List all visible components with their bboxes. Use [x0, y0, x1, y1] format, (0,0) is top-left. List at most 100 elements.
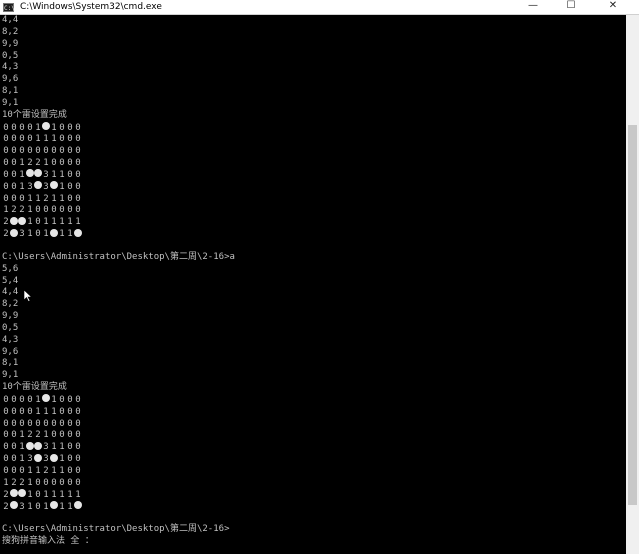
mine-count-cell: 0: [67, 454, 73, 465]
mine-dot: [50, 181, 58, 190]
mine-count-cell: 0: [3, 181, 9, 192]
mine-grid-row: 0012210000: [2, 430, 622, 442]
mine-count-cell: 3: [27, 181, 33, 192]
mine-count-cell: 2: [19, 477, 25, 488]
mine-count-cell: 1: [43, 406, 49, 417]
coordinate-line: 8,2: [2, 299, 19, 310]
mine-count-cell: 1: [59, 169, 65, 180]
mine-count-cell: 1: [59, 501, 65, 512]
mine-count-cell: 0: [11, 454, 17, 465]
mine-count-cell: 1: [19, 158, 25, 169]
mine-count-cell: 0: [59, 158, 65, 169]
scrollbar-thumb[interactable]: [628, 125, 637, 505]
coordinate-line: 4,3: [2, 334, 19, 345]
mine-count-cell: 1: [67, 229, 73, 240]
ime-status-line: 搜狗拼音输入法 全 ：: [2, 536, 94, 547]
status-line: 10个雷设置完成: [2, 382, 67, 393]
mine-count-cell: 0: [75, 193, 81, 204]
mine-dot: [10, 216, 18, 225]
mine-count-cell: 0: [67, 465, 73, 476]
mine-count-cell: 0: [27, 122, 33, 133]
mine-count-cell: 2: [11, 477, 17, 488]
mine-count-cell: 1: [43, 134, 49, 145]
mine-count-cell: 1: [35, 122, 41, 133]
mine-count-cell: 0: [35, 489, 41, 500]
mine-dot: [50, 501, 58, 510]
mine-count-cell: 1: [43, 501, 49, 512]
mine-dot: [34, 453, 42, 462]
console-output[interactable]: 4,4 8,2 9,9 0,5 4,3 9,6 8,1 9,1 10个雷设置完成 0 0 0 0 1 1 0 0…: [0, 15, 626, 554]
mine-count-cell: 0: [75, 394, 81, 405]
mine-count-cell: 0: [19, 394, 25, 405]
mine-count-cell: 0: [11, 122, 17, 133]
mine-count-cell: 1: [51, 465, 57, 476]
mine-count-cell: 1: [27, 477, 33, 488]
mine-grid-row: 00131100: [2, 169, 622, 181]
mine-icon: [34, 181, 42, 192]
cmd-app-icon[interactable]: C:\: [3, 2, 15, 12]
mine-grid-row: 00131100: [2, 441, 622, 453]
mine-icon: [74, 501, 82, 512]
mine-grid-row: 2310111: [2, 228, 622, 240]
close-button[interactable]: ✕: [598, 0, 628, 14]
mine-count-cell: 0: [19, 465, 25, 476]
mine-count-cell: 1: [19, 454, 25, 465]
mine-count-cell: 2: [3, 501, 9, 512]
mine-count-cell: 1: [43, 489, 49, 500]
maximize-button[interactable]: ☐: [556, 0, 586, 14]
mine-dot: [18, 489, 26, 498]
mine-count-cell: 1: [51, 193, 57, 204]
mine-dot: [10, 489, 18, 498]
mine-grid-row: 0000111000: [2, 406, 622, 418]
coordinate-line: 5,6: [2, 263, 19, 274]
mine-count-cell: 0: [11, 418, 17, 429]
mine-count-cell: 0: [67, 193, 73, 204]
coordinate-line: 9,6: [2, 74, 19, 85]
mine-count-cell: 2: [35, 430, 41, 441]
mine-count-cell: 0: [3, 169, 9, 180]
mine-count-cell: 0: [59, 122, 65, 133]
mine-count-cell: 3: [27, 454, 33, 465]
mine-count-cell: 2: [3, 489, 9, 500]
mine-count-cell: 0: [75, 477, 81, 488]
mine-count-cell: 2: [27, 430, 33, 441]
mine-count-cell: 1: [51, 442, 57, 453]
mine-count-cell: 0: [67, 477, 73, 488]
title-bar[interactable]: C:\ C:\Windows\System32\cmd.exe — ☐ ✕: [0, 0, 639, 15]
mine-dot: [74, 501, 82, 510]
mine-count-cell: 1: [51, 134, 57, 145]
mine-count-cell: 0: [59, 134, 65, 145]
command-prompt-line: C:\Users\Administrator\Desktop\第二周\2-16>…: [2, 251, 235, 262]
mine-count-cell: 3: [43, 454, 49, 465]
mine-count-cell: 0: [3, 158, 9, 169]
mine-count-cell: 0: [59, 477, 65, 488]
mine-count-cell: 1: [75, 489, 81, 500]
mine-icon: [34, 453, 42, 465]
mine-count-cell: 0: [3, 134, 9, 145]
mine-count-cell: 0: [35, 217, 41, 228]
vertical-scrollbar[interactable]: [626, 15, 639, 554]
minimize-button[interactable]: —: [518, 0, 548, 14]
console-lines: 4,4 8,2 9,9 0,5 4,3 9,6 8,1 9,1 10个雷设置完成 0 0 0 0 1 1 0 0…: [2, 15, 622, 548]
mine-count-cell: 0: [27, 134, 33, 145]
mine-count-cell: 0: [51, 146, 57, 157]
mine-count-cell: 2: [3, 217, 9, 228]
mine-count-cell: 0: [19, 406, 25, 417]
mine-count-cell: 1: [3, 477, 9, 488]
mine-count-cell: 1: [19, 430, 25, 441]
mine-count-cell: 0: [67, 430, 73, 441]
mine-count-cell: 0: [67, 158, 73, 169]
coordinate-line: 4,3: [2, 62, 19, 73]
mine-count-cell: 0: [67, 418, 73, 429]
window-title: C:\Windows\System32\cmd.exe: [20, 2, 162, 12]
mine-count-cell: 3: [19, 501, 25, 512]
mine-count-cell: 0: [11, 394, 17, 405]
mine-grid-row: 21011111: [2, 489, 622, 501]
mine-icon: [74, 228, 82, 240]
mine-count-cell: 0: [27, 394, 33, 405]
mine-grid-row: 0000111000: [2, 133, 622, 145]
mine-count-cell: 0: [51, 418, 57, 429]
mine-count-cell: 0: [35, 205, 41, 216]
mine-dot: [34, 169, 42, 178]
